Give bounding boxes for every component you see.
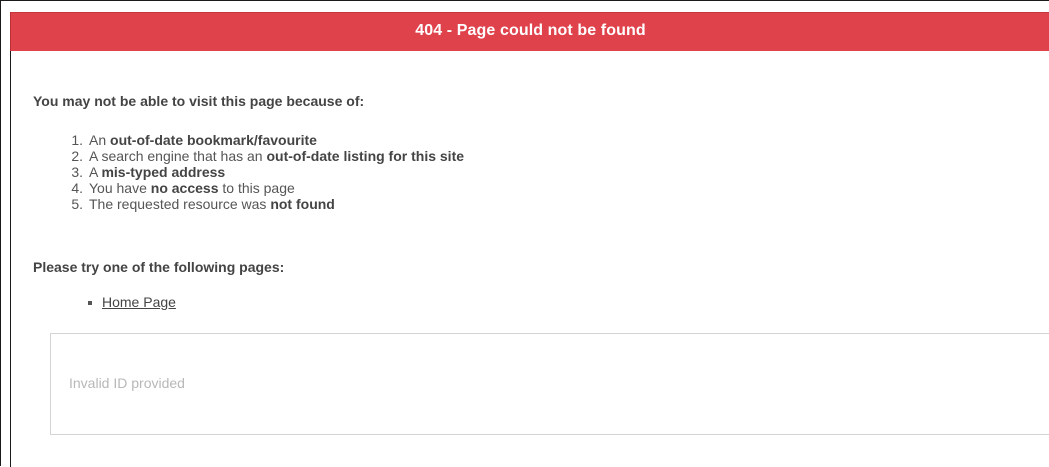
list-item-number: 5. [71, 196, 83, 212]
list-item: 2. A search engine that has an out-of-da… [63, 148, 464, 164]
page-title: 404 - Page could not be found [415, 22, 646, 39]
list-item-emphasis: no access [150, 180, 219, 196]
list-item-emphasis: not found [270, 196, 335, 212]
list-item-text: A search engine that has an [89, 148, 267, 164]
message-box: Invalid ID provided [50, 333, 1049, 435]
list-item: Home Page [88, 294, 176, 310]
content-left-border [10, 51, 11, 467]
suggested-pages-list: Home Page [88, 294, 176, 310]
list-item: 4. You have no access to this page [63, 180, 464, 196]
intro-text: You may not be able to visit this page b… [33, 93, 365, 109]
list-item-emphasis: out-of-date bookmark/favourite [110, 132, 317, 148]
list-item-number: 4. [71, 180, 83, 196]
list-item-number: 2. [71, 148, 83, 164]
list-item-number: 1. [71, 132, 83, 148]
list-item: 5. The requested resource was not found [63, 196, 464, 212]
error-header-bar: 404 - Page could not be found [10, 12, 1049, 51]
list-item-number: 3. [71, 164, 83, 180]
list-item-text: The requested resource was [89, 196, 271, 212]
list-item-text: A [89, 164, 102, 180]
suggestions-heading: Please try one of the following pages: [33, 259, 285, 275]
page-frame: 404 - Page could not be found You may no… [0, 0, 1049, 467]
list-item-text: You have [89, 180, 151, 196]
list-item-emphasis: out-of-date listing for this site [266, 148, 465, 164]
list-item-emphasis: mis-typed address [101, 164, 226, 180]
error-message: Invalid ID provided [69, 375, 185, 391]
list-item: 3. A mis-typed address [63, 164, 464, 180]
bullet-icon [88, 301, 92, 305]
reasons-list: 1. An out-of-date bookmark/favourite 2. … [63, 132, 464, 212]
list-item-text: to this page [218, 180, 295, 196]
list-item: 1. An out-of-date bookmark/favourite [63, 132, 464, 148]
list-item-text: An [89, 132, 111, 148]
home-page-link[interactable]: Home Page [102, 294, 176, 310]
